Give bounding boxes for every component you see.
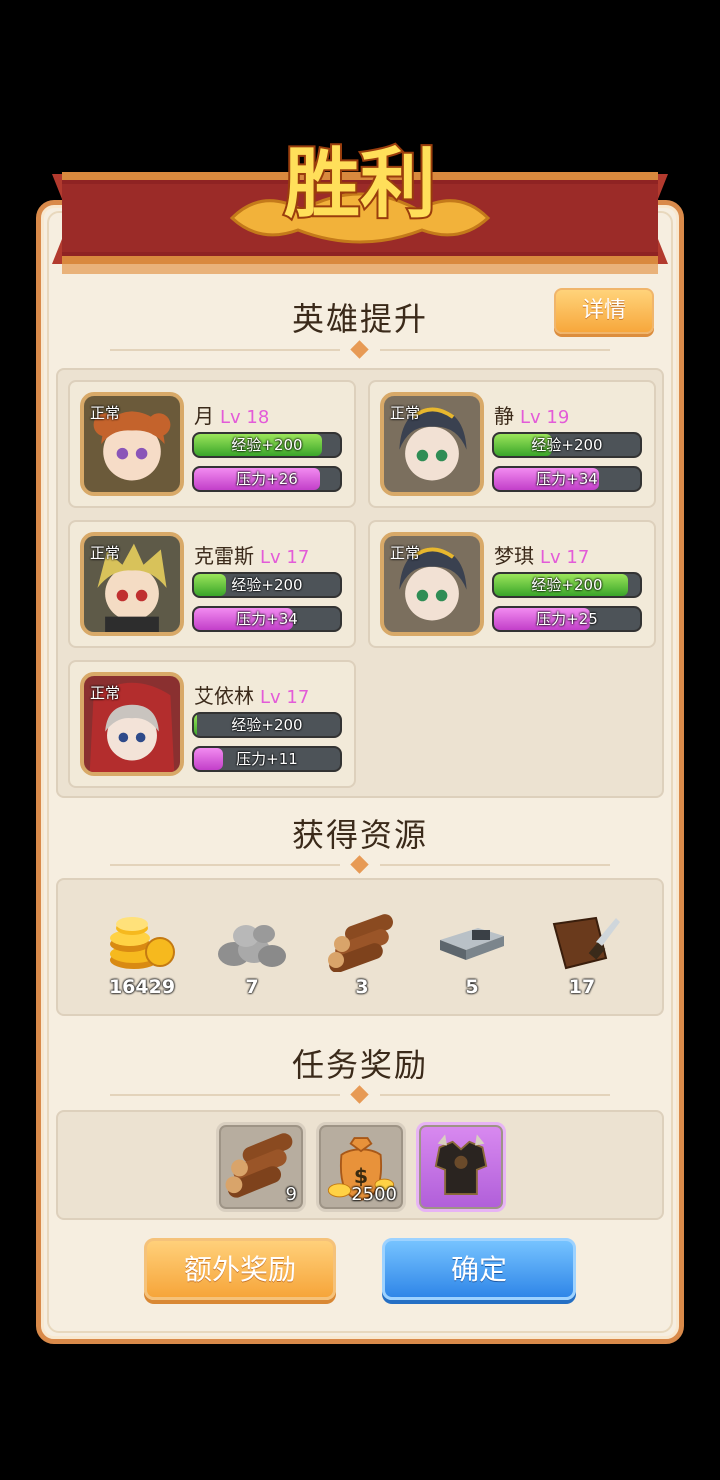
resource-item-leather: 17 xyxy=(532,910,632,998)
stress-bar: 压力+34 xyxy=(492,466,642,492)
hero-name: 克雷斯 Lv 17 xyxy=(194,544,310,568)
hero-card-yue[interactable]: 正常 月 Lv 18 经验+200 压力+26 xyxy=(68,380,356,508)
resource-item-gold: 16429 xyxy=(92,910,192,998)
hero-portrait: 正常 xyxy=(380,532,484,636)
stress-bar: 压力+25 xyxy=(492,606,642,632)
resource-item-stone: 7 xyxy=(202,910,302,998)
quest-section-title: 任务奖励 xyxy=(291,1046,428,1084)
resource-count: 7 xyxy=(245,976,259,998)
hero-status: 正常 xyxy=(90,404,121,422)
hero-card-mengqi[interactable]: 正常 梦琪 Lv 17 经验+200 压力+25 xyxy=(368,520,656,648)
reward-count: 9 xyxy=(285,1184,297,1205)
hero-name: 艾依林 Lv 17 xyxy=(194,684,310,708)
dark-armor-icon xyxy=(434,1134,488,1195)
hero-name: 月 Lv 18 xyxy=(194,404,270,428)
reward-slot-wood[interactable]: 9 xyxy=(216,1122,306,1212)
hero-portrait: 正常 xyxy=(80,392,184,496)
detail-button[interactable]: 详情 xyxy=(554,288,654,334)
resources-list: 16429 7 3 5 17 xyxy=(56,878,664,1016)
hero-portrait: 正常 xyxy=(80,672,184,776)
hero-portrait: 正常 xyxy=(380,392,484,496)
hero-name: 梦琪 Lv 17 xyxy=(494,544,590,568)
resource-item-iron: 5 xyxy=(422,910,522,998)
stone-icon xyxy=(218,925,286,967)
exp-bar: 经验+200 xyxy=(492,572,642,598)
hero-level: Lv 19 xyxy=(520,407,570,428)
reward-slot-armor[interactable] xyxy=(416,1122,506,1212)
gold-coins-icon xyxy=(110,917,175,969)
hero-card-kelesi[interactable]: 正常 克雷斯 Lv 17 经验+200 压力+34 xyxy=(68,520,356,648)
hero-card-jing[interactable]: 正常 静 Lv 19 经验+200 压力+34 xyxy=(368,380,656,508)
hero-section-divider xyxy=(110,340,610,360)
reward-slot-gold[interactable]: $ 2500 xyxy=(316,1122,406,1212)
victory-title: 胜利 xyxy=(222,118,498,258)
hero-status: 正常 xyxy=(90,544,121,562)
leather-icon xyxy=(552,916,620,970)
resource-count: 5 xyxy=(465,976,479,998)
wood-logs-icon xyxy=(328,914,393,972)
stress-bar: 压力+26 xyxy=(192,466,342,492)
hero-name: 静 Lv 19 xyxy=(494,404,570,428)
hero-level: Lv 17 xyxy=(260,547,310,568)
hero-status: 正常 xyxy=(390,544,421,562)
hero-level: Lv 17 xyxy=(540,547,590,568)
iron-ingot-icon xyxy=(440,928,504,960)
resource-count: 16429 xyxy=(108,976,176,998)
hero-level: Lv 18 xyxy=(220,407,270,428)
exp-bar: 经验+200 xyxy=(192,572,342,598)
hero-portrait: 正常 xyxy=(80,532,184,636)
resources-section-divider xyxy=(110,855,610,875)
resource-count: 3 xyxy=(355,976,369,998)
reward-count: 2500 xyxy=(351,1184,397,1205)
resource-item-wood: 3 xyxy=(312,910,412,998)
stress-bar: 压力+34 xyxy=(192,606,342,632)
hero-status: 正常 xyxy=(90,684,121,702)
stress-bar: 压力+11 xyxy=(192,746,342,772)
resource-count: 17 xyxy=(568,976,596,998)
hero-status: 正常 xyxy=(390,404,421,422)
quest-section-divider xyxy=(110,1085,610,1105)
resources-section-title: 获得资源 xyxy=(291,816,428,854)
hero-card-aiyilin[interactable]: 正常 艾依林 Lv 17 经验+200 压力+11 xyxy=(68,660,356,788)
hero-list: 正常 月 Lv 18 经验+200 压力+26 正常 静 Lv 19 经验+200 … xyxy=(56,368,664,798)
extra-reward-button[interactable]: 额外奖励 xyxy=(144,1238,336,1300)
hero-level: Lv 17 xyxy=(260,687,310,708)
confirm-button[interactable]: 确定 xyxy=(382,1238,576,1300)
quest-rewards-list: 9 $ 2500 xyxy=(56,1110,664,1220)
exp-bar: 经验+200 xyxy=(192,432,342,458)
svg-text:胜利: 胜利 xyxy=(284,139,436,228)
exp-bar: 经验+200 xyxy=(192,712,342,738)
exp-bar: 经验+200 xyxy=(492,432,642,458)
